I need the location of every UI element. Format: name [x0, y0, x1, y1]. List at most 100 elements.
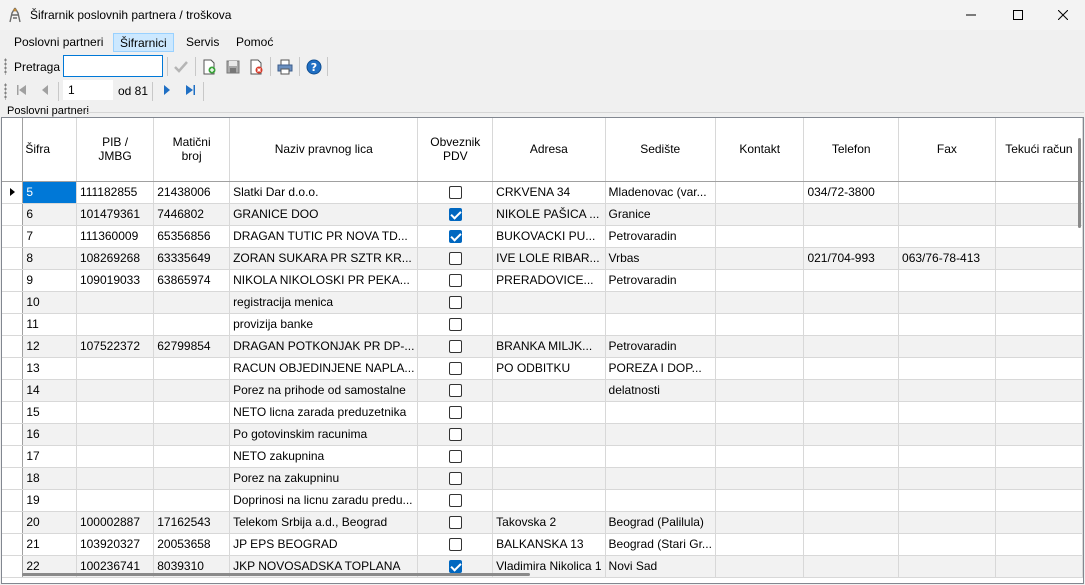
cell-sediste[interactable]: delatnosti — [605, 379, 716, 402]
cell-fax[interactable] — [898, 269, 996, 292]
cell-kontakt[interactable] — [715, 401, 805, 424]
table-row[interactable]: 21 103920327 20053658 JP EPS BEOGRAD BALKANS… — [2, 533, 1083, 556]
column-header-tekuci-racun[interactable]: Tekući račun — [995, 118, 1083, 182]
cell-fax[interactable] — [898, 489, 996, 512]
cell-tekuci-racun[interactable] — [995, 313, 1083, 336]
cell-tekuci-racun[interactable] — [995, 357, 1083, 380]
cell-tekuci-racun[interactable] — [995, 181, 1083, 204]
cell-kontakt[interactable] — [715, 335, 805, 358]
menu-poslovni-partneri[interactable]: Poslovni partneri — [8, 33, 109, 52]
pdv-checkbox[interactable] — [448, 340, 462, 354]
cell-pib-jmbg[interactable]: 111182855 — [76, 181, 155, 204]
cell-fax[interactable] — [898, 445, 996, 468]
cell-tekuci-racun[interactable] — [995, 511, 1083, 534]
cell-obveznik-pdv[interactable] — [417, 291, 494, 314]
column-header-sediste[interactable]: Sedište — [605, 118, 716, 182]
cell-kontakt[interactable] — [715, 203, 805, 226]
cell-sifra[interactable]: 7 — [22, 225, 77, 248]
cell-adresa[interactable]: PO ODBITKU — [492, 357, 606, 380]
cell-obveznik-pdv[interactable] — [417, 467, 494, 490]
cell-sediste[interactable]: Petrovaradin — [605, 269, 716, 292]
pdv-checkbox[interactable] — [448, 384, 462, 398]
cell-kontakt[interactable] — [715, 423, 805, 446]
pdv-checkbox[interactable] — [448, 494, 462, 508]
cell-naziv[interactable]: NETO zakupnina — [229, 445, 419, 468]
cell-sifra[interactable]: 16 — [22, 423, 77, 446]
cell-naziv[interactable]: JP EPS BEOGRAD — [229, 533, 419, 556]
horizontal-scrollbar[interactable] — [22, 573, 530, 576]
menu-pomoc[interactable]: Pomoć — [230, 33, 279, 52]
delete-button[interactable] — [246, 57, 266, 77]
cell-adresa[interactable]: NIKOLE PAŠICA ... — [492, 203, 606, 226]
cell-tekuci-racun[interactable] — [995, 555, 1083, 578]
cell-tekuci-racun[interactable] — [995, 291, 1083, 314]
cell-fax[interactable] — [898, 467, 996, 490]
cell-pib-jmbg[interactable] — [76, 291, 155, 314]
table-row[interactable]: 14 Porez na prihode od samostalne delatnos… — [2, 379, 1083, 402]
first-record-button[interactable] — [12, 80, 32, 100]
cell-pib-jmbg[interactable] — [76, 445, 155, 468]
cell-sifra[interactable]: 10 — [22, 291, 77, 314]
cell-fax[interactable] — [898, 203, 996, 226]
row-header[interactable] — [2, 247, 24, 270]
cell-tekuci-racun[interactable] — [995, 467, 1083, 490]
cell-kontakt[interactable] — [715, 533, 805, 556]
table-row[interactable]: 5 111182855 21438006 Slatki Dar d.o.o. CRKVE… — [2, 181, 1083, 204]
save-button[interactable] — [223, 57, 243, 77]
cell-tekuci-racun[interactable] — [995, 269, 1083, 292]
last-record-button[interactable] — [180, 80, 200, 100]
row-header[interactable] — [2, 511, 24, 534]
cell-sediste[interactable] — [605, 467, 716, 490]
cell-tekuci-racun[interactable] — [995, 247, 1083, 270]
cell-maticni-broj[interactable]: 63335649 — [153, 247, 231, 270]
cell-pib-jmbg[interactable] — [76, 423, 155, 446]
cell-maticni-broj[interactable]: 17162543 — [153, 511, 231, 534]
cell-tekuci-racun[interactable] — [995, 533, 1083, 556]
cell-sediste[interactable]: Mladenovac (var... — [605, 181, 716, 204]
cell-pib-jmbg[interactable] — [76, 489, 155, 512]
cell-naziv[interactable]: GRANICE DOO — [229, 203, 419, 226]
cell-kontakt[interactable] — [715, 313, 805, 336]
toolbar-grip[interactable] — [4, 83, 7, 100]
cell-maticni-broj[interactable]: 7446802 — [153, 203, 231, 226]
row-header[interactable] — [2, 489, 24, 512]
cell-sifra[interactable]: 20 — [22, 511, 77, 534]
cell-sediste[interactable]: Novi Sad — [605, 555, 716, 578]
cell-adresa[interactable]: Takovska 2 — [492, 511, 606, 534]
cell-pib-jmbg[interactable]: 111360009 — [76, 225, 155, 248]
cell-fax[interactable] — [898, 313, 996, 336]
cell-adresa[interactable] — [492, 291, 606, 314]
column-header-adresa[interactable]: Adresa — [492, 118, 606, 182]
cell-adresa[interactable] — [492, 379, 606, 402]
cell-adresa[interactable] — [492, 401, 606, 424]
print-button[interactable] — [275, 57, 295, 77]
pdv-checkbox[interactable] — [448, 318, 462, 332]
cell-kontakt[interactable] — [715, 489, 805, 512]
menu-sifrarnici[interactable]: Šifrarnici — [113, 33, 174, 52]
table-row[interactable]: 19 Doprinosi na licnu zaradu predu... — [2, 489, 1083, 512]
cell-fax[interactable] — [898, 511, 996, 534]
cell-maticni-broj[interactable]: 62799854 — [153, 335, 231, 358]
cell-sediste[interactable] — [605, 489, 716, 512]
cell-telefon[interactable] — [803, 555, 900, 578]
cell-pib-jmbg[interactable] — [76, 379, 155, 402]
cell-obveznik-pdv[interactable] — [417, 533, 494, 556]
cell-kontakt[interactable] — [715, 467, 805, 490]
table-row[interactable]: 16 Po gotovinskim racunima — [2, 423, 1083, 446]
cell-sediste[interactable]: Granice — [605, 203, 716, 226]
cell-obveznik-pdv[interactable] — [417, 489, 494, 512]
cell-pib-jmbg[interactable]: 107522372 — [76, 335, 155, 358]
cell-sifra[interactable]: 15 — [22, 401, 77, 424]
column-header-pib-jmbg[interactable]: PIB / JMBG — [76, 118, 155, 182]
cell-maticni-broj[interactable] — [153, 489, 231, 512]
cell-obveznik-pdv[interactable] — [417, 401, 494, 424]
cell-adresa[interactable]: BUKOVACKI PU... — [492, 225, 606, 248]
cell-fax[interactable] — [898, 357, 996, 380]
cell-naziv[interactable]: NIKOLA NIKOLOSKI PR PEKA... — [229, 269, 419, 292]
new-record-button[interactable] — [199, 57, 219, 77]
cell-fax[interactable]: 063/76-78-413 — [898, 247, 996, 270]
cell-maticni-broj[interactable] — [153, 401, 231, 424]
cell-telefon[interactable] — [803, 335, 900, 358]
vertical-scrollbar[interactable] — [1078, 138, 1081, 228]
record-position-input[interactable]: 1 — [63, 80, 113, 100]
